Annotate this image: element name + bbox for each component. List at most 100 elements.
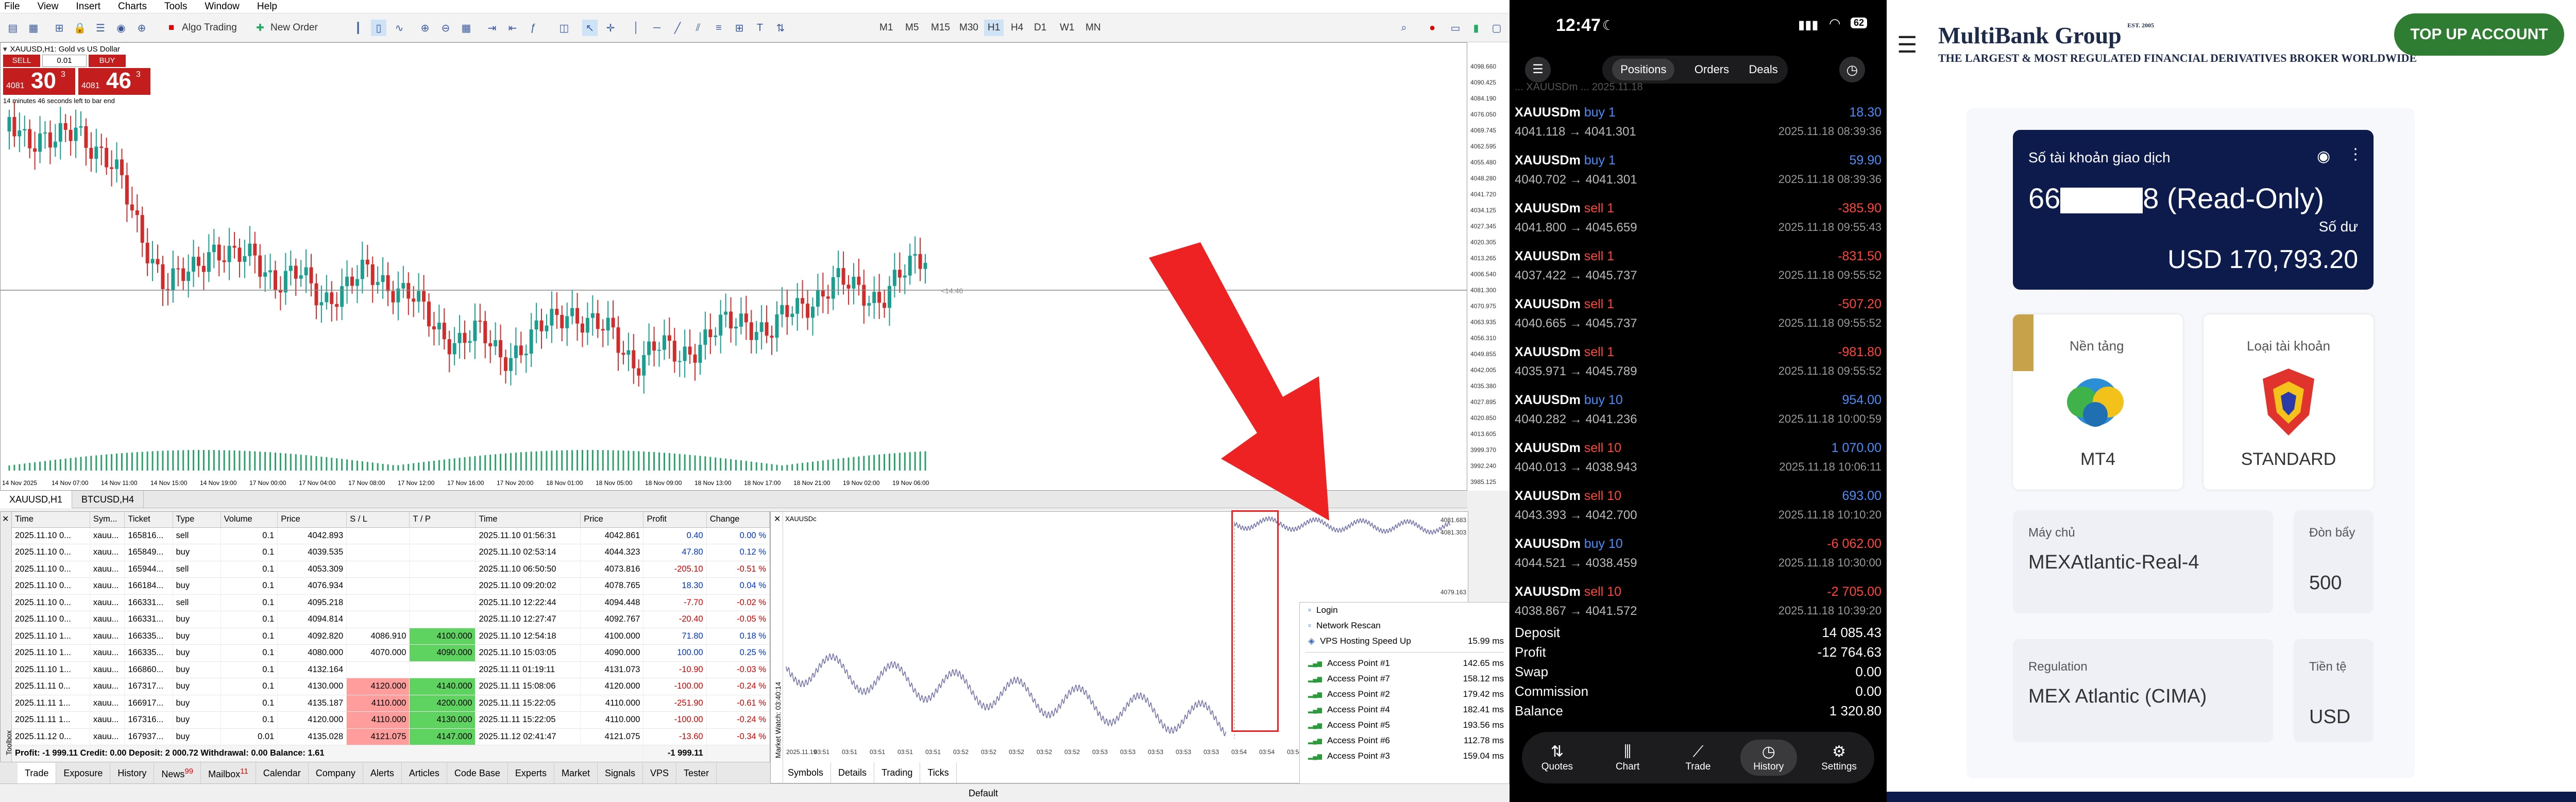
timeframe-m5[interactable]: M5: [902, 20, 922, 36]
table-row[interactable]: 2025.11.11 0... xauu... 167317... buy 0.1 413…: [12, 678, 770, 695]
position-row[interactable]: XAUUSDm sell 10 4038.867 → 4041.572 -2 705…: [1510, 577, 1887, 625]
table-row[interactable]: 2025.11.12 0... xauu... 167937... buy 0.01 41…: [12, 728, 770, 745]
terminal-tab[interactable]: History: [110, 762, 155, 783]
terminal-tab[interactable]: Mailbox11: [201, 761, 256, 784]
position-row[interactable]: XAUUSDm buy 10 4040.282 → 4041.236 954.00 2…: [1510, 386, 1887, 433]
notifications-icon[interactable]: ●: [1425, 20, 1440, 36]
access-point-item[interactable]: ▂▄▆ Access Point #4 182.41 ms: [1300, 702, 1509, 717]
screenshot-icon[interactable]: ◫: [556, 20, 572, 36]
terminal-tab[interactable]: Alerts: [363, 762, 402, 783]
column-header[interactable]: Price: [277, 512, 347, 528]
timeframe-h1[interactable]: H1: [984, 20, 1004, 36]
column-header[interactable]: T / P: [409, 512, 476, 528]
column-header[interactable]: Price: [580, 512, 644, 528]
lock-icon[interactable]: 🔒: [72, 20, 88, 36]
terminal-tab[interactable]: Calendar: [256, 762, 309, 783]
horizontal-line-icon[interactable]: ─: [649, 20, 665, 36]
access-point-item[interactable]: ▂▄▆ Access Point #3 159.04 ms: [1300, 748, 1509, 764]
server-menu-item[interactable]: ◈ VPS Hosting Speed Up 15.99 ms: [1300, 633, 1509, 649]
text-icon[interactable]: T: [752, 20, 768, 36]
menu-file[interactable]: File: [4, 1, 20, 12]
table-row[interactable]: 2025.11.10 1... xauu... 166335... buy 0.1 408…: [12, 644, 770, 662]
nav-settings[interactable]: ⚙ Settings: [1811, 743, 1868, 773]
tab-ticks[interactable]: Ticks: [920, 762, 957, 783]
navigator-icon[interactable]: ☰: [93, 20, 108, 36]
timeframe-m1[interactable]: M1: [876, 20, 896, 36]
terminal-tab[interactable]: Market: [554, 762, 598, 783]
tab-symbols[interactable]: Symbols: [781, 762, 832, 783]
lot-size-input[interactable]: 0.01: [42, 55, 87, 67]
algo-trading-button[interactable]: Algo Trading: [178, 20, 241, 36]
terminal-tab[interactable]: Code Base: [447, 762, 508, 783]
timeframe-mn[interactable]: MN: [1082, 20, 1105, 36]
zoom-in-icon[interactable]: ⊕: [417, 20, 433, 36]
menu-charts[interactable]: Charts: [118, 1, 147, 12]
top-up-button[interactable]: TOP UP ACCOUNT: [2394, 13, 2564, 56]
menu-view[interactable]: View: [38, 1, 59, 12]
tab-trading[interactable]: Trading: [874, 762, 921, 783]
arrows-icon[interactable]: ⇅: [773, 20, 788, 36]
menu-help[interactable]: Help: [257, 1, 277, 12]
tab-orders[interactable]: Orders: [1694, 63, 1729, 76]
terminal-tab[interactable]: News99: [154, 761, 201, 784]
table-row[interactable]: 2025.11.10 0... xauu... 165944... sell 0.1 40…: [12, 561, 770, 578]
cursor-icon[interactable]: ↖: [582, 20, 598, 36]
position-row[interactable]: XAUUSDm sell 1 4040.665 → 4045.737 -507.20…: [1510, 290, 1887, 338]
sell-button[interactable]: SELL: [3, 55, 40, 67]
terminal-tab[interactable]: Experts: [508, 762, 554, 783]
terminal-tab[interactable]: Signals: [598, 762, 643, 783]
access-point-item[interactable]: ▂▄▆ Access Point #1 142.65 ms: [1300, 656, 1509, 671]
close-icon[interactable]: ✕: [2, 514, 9, 524]
table-row[interactable]: 2025.11.10 0... xauu... 165816... sell 0.1 40…: [12, 527, 770, 544]
nav-chart[interactable]: ⫼ Chart: [1599, 743, 1656, 773]
position-row[interactable]: XAUUSDm sell 10 4040.013 → 4038.943 1 070.…: [1510, 433, 1887, 481]
table-row[interactable]: 2025.11.10 1... xauu... 166335... buy 0.1 409…: [12, 628, 770, 645]
table-row[interactable]: 2025.11.11 1... xauu... 166917... buy 0.1 413…: [12, 695, 770, 712]
tile-icon[interactable]: ▦: [459, 20, 474, 36]
tab-details[interactable]: Details: [831, 762, 875, 783]
terminal-tab[interactable]: Company: [309, 762, 363, 783]
access-point-item[interactable]: ▂▄▆ Access Point #6 112.78 ms: [1300, 733, 1509, 748]
access-point-item[interactable]: ▂▄▆ Access Point #5 193.56 ms: [1300, 717, 1509, 733]
table-row[interactable]: 2025.11.10 0... xauu... 165849... buy 0.1 403…: [12, 544, 770, 561]
profiles-icon[interactable]: ▦: [26, 20, 41, 36]
timeframe-m30[interactable]: M30: [956, 20, 982, 36]
timeframe-h4[interactable]: H4: [1007, 20, 1027, 36]
tab-positions[interactable]: Positions: [1612, 59, 1675, 80]
minimize-icon[interactable]: ▭: [1448, 20, 1463, 36]
menu-insert[interactable]: Insert: [76, 1, 100, 12]
access-point-item[interactable]: ▂▄▆ Access Point #2 179.42 ms: [1300, 687, 1509, 702]
channel-icon[interactable]: ⫽: [690, 20, 706, 36]
new-order-button[interactable]: New Order: [267, 20, 321, 36]
tab-deals[interactable]: Deals: [1749, 63, 1778, 76]
column-header[interactable]: Profit: [643, 512, 707, 528]
access-point-item[interactable]: ▂▄▆ Access Point #7 158.12 ms: [1300, 671, 1509, 687]
terminal-tab[interactable]: Trade: [18, 762, 57, 783]
vertical-line-icon[interactable]: │: [629, 20, 644, 36]
terminal-tab[interactable]: Tester: [676, 762, 717, 783]
timeframe-d1[interactable]: D1: [1030, 20, 1050, 36]
indicators-icon[interactable]: ƒ: [526, 20, 541, 36]
column-header[interactable]: S / L: [346, 512, 410, 528]
trendline-icon[interactable]: ╱: [670, 20, 685, 36]
data-window-icon[interactable]: ⊕: [134, 20, 149, 36]
chart-tab-btcusd[interactable]: BTCUSD,H4: [72, 490, 144, 508]
table-row[interactable]: 2025.11.10 0... xauu... 166331... buy 0.1 409…: [12, 611, 770, 628]
sell-price-box[interactable]: 4081 30 3: [3, 68, 75, 95]
position-row[interactable]: XAUUSDm buy 1 4040.702 → 4041.301 59.90 202…: [1510, 146, 1887, 194]
fibo-icon[interactable]: ≡: [711, 20, 726, 36]
chart-bar-icon[interactable]: ┃: [350, 20, 366, 36]
menu-window[interactable]: Window: [205, 1, 240, 12]
autoscroll-icon[interactable]: ⇥: [484, 20, 500, 36]
position-row[interactable]: XAUUSDm sell 1 4041.800 → 4045.659 -385.90…: [1510, 194, 1887, 242]
position-row[interactable]: XAUUSDm buy 10 4044.521 → 4038.459 -6 062.…: [1510, 529, 1887, 577]
more-vertical-icon[interactable]: ⋮: [2348, 145, 2363, 163]
column-header[interactable]: Sym...: [90, 512, 125, 528]
shift-icon[interactable]: ⇤: [505, 20, 520, 36]
hamburger-menu-icon[interactable]: ☰: [1897, 32, 1917, 58]
server-menu-item[interactable]: ▫ Login: [1300, 603, 1509, 618]
chart-tab-xauusd[interactable]: XAUUSD,H1: [0, 490, 73, 508]
eye-icon[interactable]: ◉: [2317, 147, 2330, 165]
timeframe-w1[interactable]: W1: [1056, 20, 1078, 36]
table-row[interactable]: 2025.11.10 0... xauu... 166331... sell 0.1 40…: [12, 594, 770, 611]
